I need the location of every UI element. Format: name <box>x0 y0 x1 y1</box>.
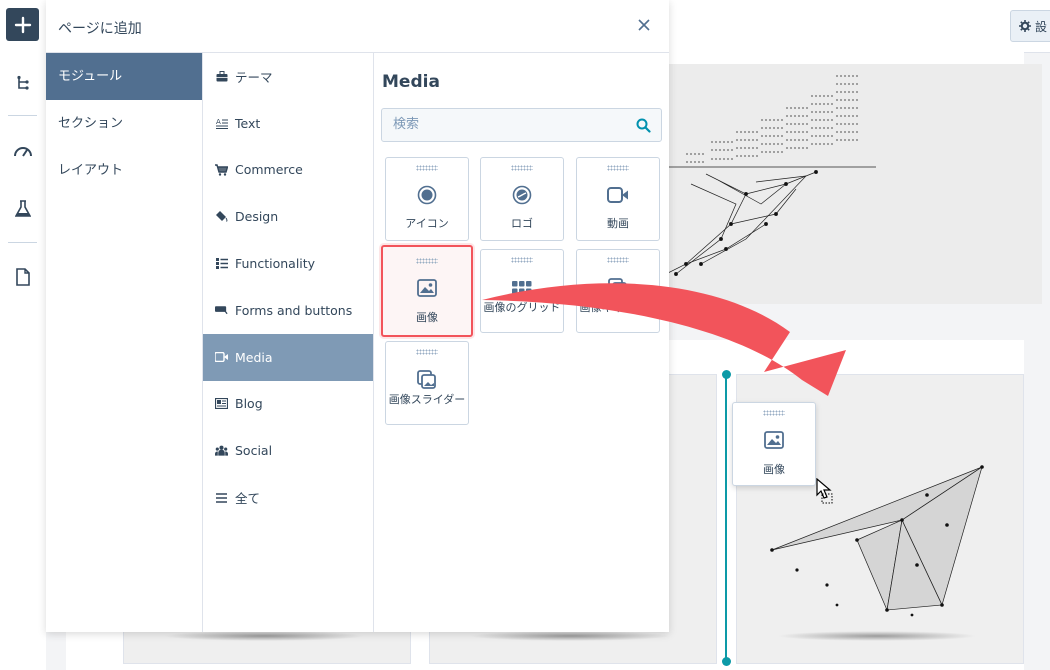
dragged-module-ghost: 画像 <box>732 402 816 486</box>
module-label: 画像 <box>763 463 785 476</box>
category-layouts[interactable]: レイアウト <box>46 147 202 194</box>
subcategory-commerce[interactable]: Commerce <box>203 147 373 194</box>
test-button[interactable] <box>6 192 39 225</box>
subcategory-blog[interactable]: Blog <box>203 381 373 428</box>
subcategory-media[interactable]: Media <box>203 333 373 381</box>
subcategory-label: 全て <box>235 491 261 507</box>
column-resize-handle[interactable] <box>721 370 731 666</box>
subcategory-list: テーマ A Text Commerce Design Functionality… <box>203 53 374 632</box>
logo-icon <box>511 184 533 206</box>
module-card-video[interactable]: 動画 <box>576 157 660 241</box>
settings-button[interactable]: 設 <box>1010 10 1050 42</box>
settings-label: 設 <box>1034 19 1047 34</box>
search-input[interactable] <box>391 116 625 133</box>
newspaper-icon <box>215 397 228 410</box>
document-icon <box>15 267 30 286</box>
plus-icon <box>14 16 31 33</box>
tree-icon <box>16 75 29 90</box>
performance-button[interactable] <box>6 134 39 167</box>
module-card-logo[interactable]: ロゴ <box>480 157 564 241</box>
subcategory-all[interactable]: 全て <box>203 474 373 521</box>
text-icon: A <box>215 117 228 130</box>
module-card-image[interactable]: 画像 <box>381 245 473 337</box>
module-label: 画像 <box>416 311 438 324</box>
subcategory-label: Text <box>235 115 261 131</box>
image-icon <box>763 429 785 451</box>
module-label: 画像スライダー <box>388 393 466 406</box>
module-group-title: Media <box>382 72 440 92</box>
module-label: ロゴ <box>511 217 533 230</box>
subcategory-label: テーマ <box>235 69 273 85</box>
subcategory-label: Blog <box>235 396 263 412</box>
subcategory-design[interactable]: Design <box>203 193 373 240</box>
gear-icon <box>1018 20 1031 32</box>
drag-handle-icon[interactable] <box>607 257 629 263</box>
module-label: アイコン <box>405 217 449 230</box>
drag-handle-icon[interactable] <box>416 258 438 264</box>
rail-divider <box>8 242 37 243</box>
module-card-image-grid[interactable]: 画像のグリッド <box>480 249 564 333</box>
svg-text:A: A <box>216 118 221 126</box>
gallery-icon <box>607 277 629 299</box>
category-modules[interactable]: モジュール <box>46 53 202 100</box>
image-icon <box>416 277 438 299</box>
module-label: 動画 <box>607 217 629 230</box>
paint-bucket-icon <box>215 210 228 223</box>
page-button[interactable] <box>6 260 39 293</box>
drag-handle-icon[interactable] <box>511 165 533 171</box>
panel-header: ページに追加 <box>46 0 669 53</box>
category-list: モジュール セクション レイアウト <box>46 53 203 632</box>
module-label: 画像ギャラリー <box>579 301 657 314</box>
subcategory-text[interactable]: A Text <box>203 100 373 147</box>
briefcase-icon <box>215 70 228 83</box>
grab-cursor-icon <box>816 478 833 504</box>
button-icon <box>215 304 228 317</box>
rail-divider <box>8 115 37 116</box>
gauge-icon <box>13 146 32 157</box>
subcategory-label: Forms and buttons <box>235 302 353 318</box>
drag-handle-icon <box>763 410 785 416</box>
add-button[interactable] <box>6 8 39 41</box>
search-icon[interactable] <box>636 118 651 137</box>
subcategory-label: Functionality <box>235 256 316 272</box>
subcategory-forms-and-buttons[interactable]: Forms and buttons <box>203 287 373 334</box>
video-camera-icon <box>607 184 629 206</box>
subcategory-label: Media <box>235 349 273 365</box>
module-card-image-slider[interactable]: 画像スライダー <box>385 341 469 425</box>
target-icon <box>416 184 438 206</box>
cart-icon <box>215 163 228 176</box>
close-button[interactable] <box>633 14 655 36</box>
subcategory-functionality[interactable]: Functionality <box>203 240 373 287</box>
subcategory-theme[interactable]: テーマ <box>203 53 373 100</box>
drag-handle-icon[interactable] <box>416 349 438 355</box>
drag-handle-icon[interactable] <box>511 257 533 263</box>
close-icon <box>638 19 650 31</box>
flask-icon <box>14 199 31 217</box>
module-card-icon[interactable]: アイコン <box>385 157 469 241</box>
menu-icon <box>215 491 228 504</box>
drag-handle-icon[interactable] <box>416 165 438 171</box>
subcategory-social[interactable]: Social <box>203 427 373 474</box>
subcategory-label: Social <box>235 443 273 459</box>
list-icon <box>215 257 228 270</box>
people-icon <box>215 444 228 457</box>
grid-icon <box>511 277 533 299</box>
module-label: 画像のグリッド <box>483 301 561 314</box>
tree-button[interactable] <box>6 66 39 99</box>
drag-handle-icon[interactable] <box>607 165 629 171</box>
subcategory-label: Design <box>235 209 279 225</box>
left-rail <box>0 0 47 670</box>
category-sections[interactable]: セクション <box>46 100 202 147</box>
add-to-page-panel: ページに追加 モジュール セクション レイアウト テーマ A Text Comm… <box>46 0 669 632</box>
module-card-image-gallery[interactable]: 画像ギャラリー <box>576 249 660 333</box>
video-icon <box>215 351 228 364</box>
search-box[interactable] <box>381 108 662 142</box>
subcategory-label: Commerce <box>235 162 303 178</box>
module-picker: Media アイコン ロゴ 動画 画像 <box>374 53 669 632</box>
panel-title: ページに追加 <box>58 21 142 37</box>
slider-icon <box>416 369 438 391</box>
